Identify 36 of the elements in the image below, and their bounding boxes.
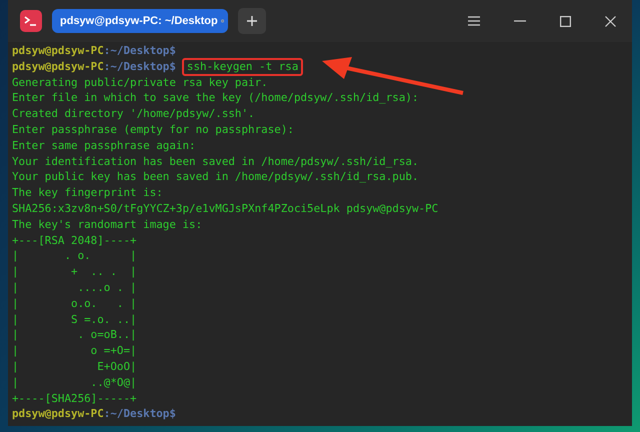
output-line: | + .. . | bbox=[12, 264, 137, 280]
output-line: | ....o . | bbox=[12, 280, 137, 296]
output-line: | o =+O=| bbox=[12, 343, 137, 359]
terminal-app-icon[interactable] bbox=[20, 10, 42, 32]
maximize-icon[interactable] bbox=[560, 16, 571, 26]
output-line: | S =.o. ..| bbox=[12, 312, 137, 328]
output-line: Enter passphrase (empty for no passphrase): bbox=[12, 122, 294, 138]
output-line: +----[SHA256]-----+ bbox=[12, 390, 137, 406]
output-line: | . o=oB..| bbox=[12, 327, 137, 344]
output-line: | E+OoO| bbox=[12, 358, 137, 375]
prompt-path: :~/Desktop$ bbox=[104, 43, 176, 59]
output-line: The key fingerprint is: bbox=[12, 185, 163, 201]
output-line: The key's randomart image is: bbox=[12, 216, 202, 233]
command-text: ssh-keygen -t rsa bbox=[182, 58, 304, 76]
prompt-path: :~/Desktop$ bbox=[104, 406, 176, 422]
prompt-user: pdsyw@pdsyw-PC bbox=[12, 58, 104, 75]
new-tab-button[interactable] bbox=[238, 8, 266, 34]
output-line: Enter same passphrase again: bbox=[12, 138, 196, 154]
menu-icon[interactable] bbox=[468, 16, 480, 26]
output-line: Generating public/private rsa key pair. bbox=[12, 74, 268, 90]
output-line: | o.o. . | bbox=[12, 296, 137, 312]
close-icon[interactable] bbox=[605, 16, 616, 26]
output-line: | . o. | bbox=[12, 248, 137, 264]
plus-icon bbox=[246, 15, 258, 27]
output-line: +---[RSA 2048]----+ bbox=[12, 232, 137, 248]
output-line: SHA256:x3zv8n+S0/tFgYYCZ+3p/e1vMGJsPXnf4PZoci5eLpk pdsyw@pdsyw-PC bbox=[12, 200, 438, 217]
prompt-path: :~/Desktop$ bbox=[104, 58, 176, 75]
terminal-tab[interactable]: pdsyw@pdsyw-PC: ~/Desktop bbox=[52, 9, 228, 33]
minimize-icon[interactable] bbox=[514, 20, 526, 22]
output-line: | ..@*O@| bbox=[12, 374, 137, 391]
output-line: Your public key has been saved in /home/pdsyw/.ssh/id_rsa.pub. bbox=[12, 169, 419, 186]
output-line: Your identification has been saved in /home/pdsyw/.ssh/id_rsa. bbox=[12, 154, 419, 170]
output-line: Created directory '/home/pdsyw/.ssh'. bbox=[12, 106, 255, 122]
prompt-user: pdsyw@pdsyw-PC bbox=[12, 43, 104, 59]
prompt-user: pdsyw@pdsyw-PC bbox=[12, 406, 104, 422]
output-line: Enter file in which to save the key (/home/pdsyw/.ssh/id_rsa): bbox=[12, 90, 419, 106]
